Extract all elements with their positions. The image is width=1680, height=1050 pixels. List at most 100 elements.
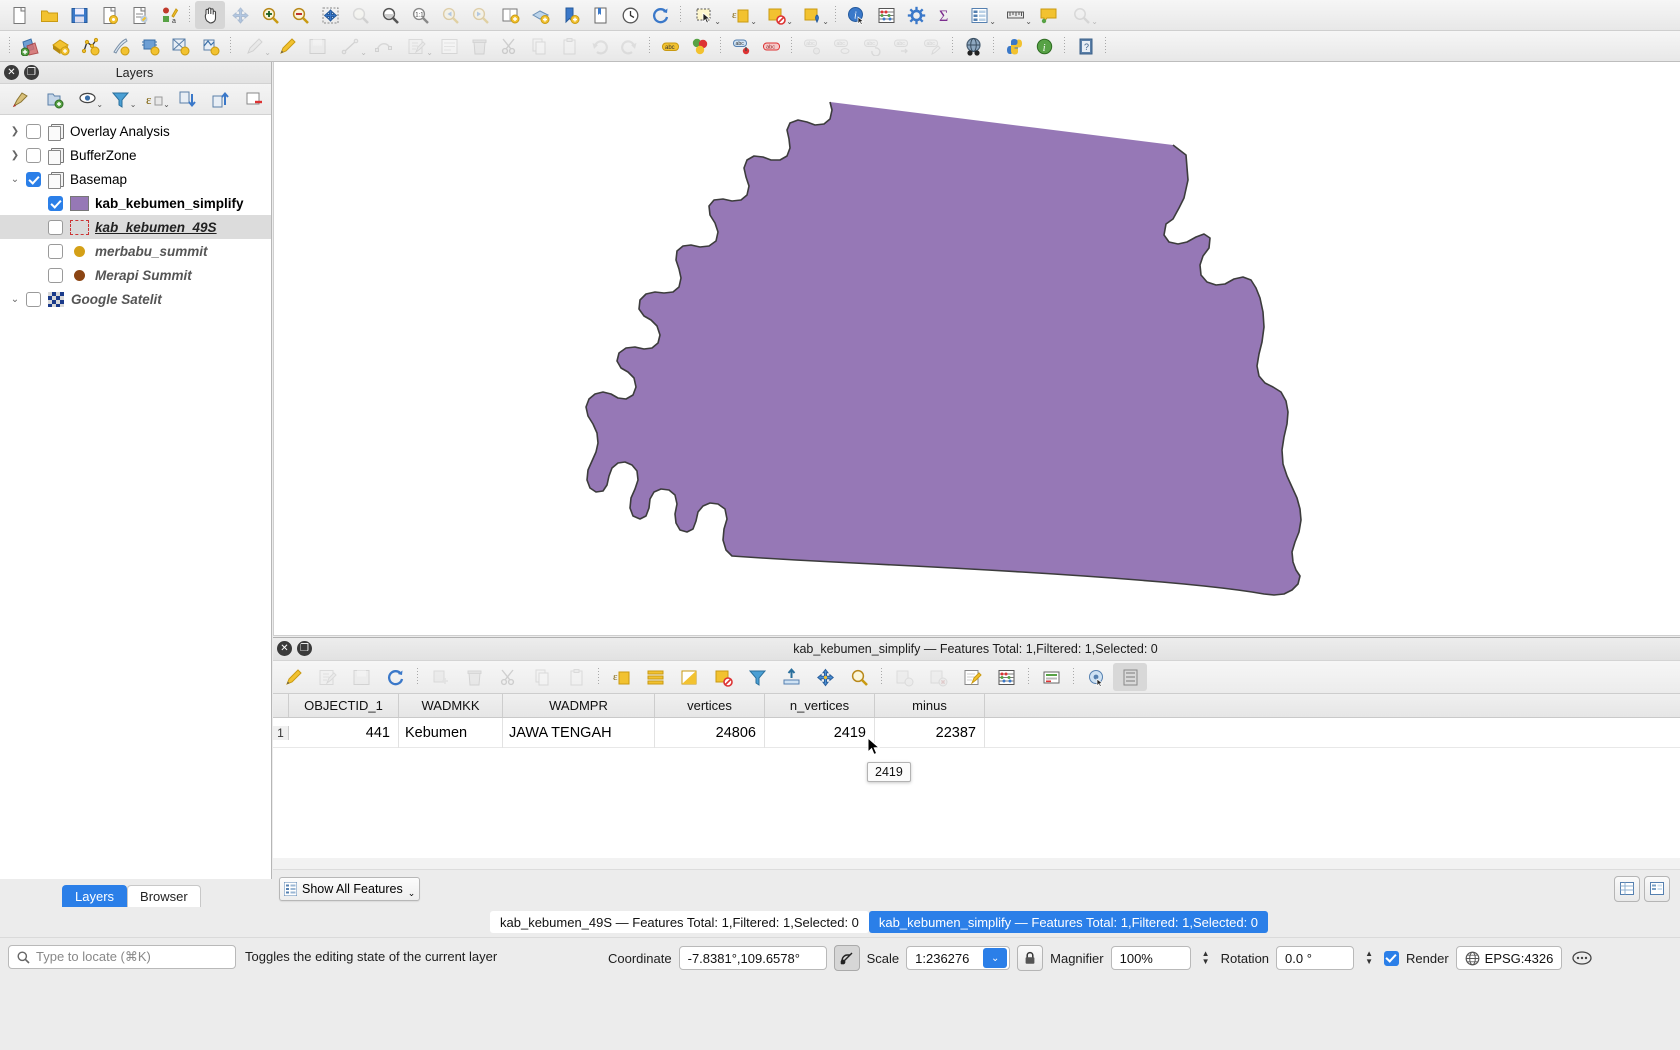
toggle-form-view-button[interactable] bbox=[1644, 875, 1670, 902]
add-spatialite-layer-icon[interactable] bbox=[165, 32, 195, 60]
metasearch-icon[interactable] bbox=[958, 32, 988, 60]
table-cell-wadmkk[interactable]: Kebumen bbox=[399, 717, 503, 748]
layer-visibility-checkbox[interactable] bbox=[48, 267, 63, 283]
chevron-down-icon[interactable]: ⌄ bbox=[750, 17, 757, 26]
new-map-view-icon[interactable] bbox=[495, 1, 525, 29]
layer-visibility-checkbox[interactable] bbox=[26, 123, 41, 139]
save-project-icon[interactable] bbox=[64, 1, 94, 29]
add-vector-layer-icon[interactable] bbox=[15, 32, 45, 60]
layer-visibility-checkbox[interactable] bbox=[26, 171, 41, 187]
zoom-out-icon[interactable] bbox=[285, 1, 315, 29]
pan-to-selected-icon[interactable] bbox=[808, 663, 842, 691]
chevron-down-icon[interactable]: ⌄ bbox=[1025, 17, 1032, 26]
refresh-table-icon[interactable] bbox=[378, 663, 412, 691]
deselect-all-icon[interactable] bbox=[706, 663, 740, 691]
new-print-layout-icon[interactable] bbox=[124, 1, 154, 29]
open-project-icon[interactable] bbox=[34, 1, 64, 29]
toggle-extents-icon[interactable] bbox=[833, 945, 860, 971]
refresh-icon[interactable] bbox=[645, 1, 675, 29]
crs-button[interactable]: EPSG:4326 bbox=[1455, 946, 1563, 970]
layer-item-overlay-analysis[interactable]: ❯ Overlay Analysis bbox=[0, 119, 271, 143]
open-layer-styling-panel-icon[interactable] bbox=[4, 86, 37, 112]
zoom-to-layer-icon[interactable] bbox=[375, 1, 405, 29]
show-attribute-table-icon[interactable]: ⌄ bbox=[961, 1, 997, 29]
chevron-down-icon[interactable]: ⌄ bbox=[96, 100, 103, 109]
layer-item-kab-kebumen-simplify[interactable]: kab_kebumen_simplify bbox=[0, 191, 271, 215]
chevron-down-icon[interactable]: ⌄ bbox=[408, 888, 416, 900]
layer-visibility-checkbox[interactable] bbox=[26, 147, 41, 163]
table-cell-objectid_1[interactable]: 441 bbox=[289, 717, 399, 748]
chevron-down-icon[interactable]: ⌄ bbox=[264, 48, 271, 57]
remove-layer-icon[interactable] bbox=[238, 86, 271, 112]
render-checkbox[interactable] bbox=[1384, 950, 1400, 966]
column-header-objectid_1[interactable]: OBJECTID_1 bbox=[289, 694, 399, 717]
layer-visibility-checkbox[interactable] bbox=[48, 195, 63, 211]
new-project-icon[interactable] bbox=[4, 1, 34, 29]
add-mesh-layer-icon[interactable] bbox=[75, 32, 105, 60]
add-postgis-layer-icon[interactable] bbox=[135, 32, 165, 60]
measure-line-icon[interactable]: ⌄ bbox=[997, 1, 1033, 29]
pin-labels-icon[interactable]: abc bbox=[726, 32, 756, 60]
toggle-table-view-button[interactable] bbox=[1614, 875, 1640, 902]
layer-item-google-satelit[interactable]: ⌄ Google Satelit bbox=[0, 287, 271, 311]
zoom-in-icon[interactable] bbox=[255, 1, 285, 29]
identify-features-icon[interactable]: i bbox=[841, 1, 871, 29]
panel-tab-browser[interactable]: Browser bbox=[127, 885, 201, 907]
chevron-down-icon[interactable]: ⌄ bbox=[822, 17, 829, 26]
collapse-all-icon[interactable] bbox=[204, 86, 237, 112]
organize-columns-icon[interactable] bbox=[1034, 663, 1068, 691]
highlight-labels-icon[interactable]: abc bbox=[756, 32, 786, 60]
table-cell-wadmpr[interactable]: JAWA TENGAH bbox=[503, 717, 655, 748]
invert-selection-icon[interactable] bbox=[672, 663, 706, 691]
scale-combobox[interactable]: 1:236276 ⌄ bbox=[906, 946, 1011, 970]
chevron-down-icon[interactable]: ⌄ bbox=[4, 174, 26, 185]
abacus-icon[interactable] bbox=[989, 663, 1023, 691]
map-tips-icon[interactable] bbox=[1033, 1, 1063, 29]
chevron-down-icon[interactable]: ⌄ bbox=[360, 48, 367, 57]
layer-item-basemap[interactable]: ⌄ Basemap bbox=[0, 167, 271, 191]
column-header-vertices[interactable]: vertices bbox=[655, 694, 765, 717]
messages-icon[interactable] bbox=[1569, 945, 1595, 971]
column-header-wadmkk[interactable]: WADMKK bbox=[399, 694, 503, 717]
temporal-controller-icon[interactable] bbox=[615, 1, 645, 29]
new-3d-map-view-icon[interactable] bbox=[525, 1, 555, 29]
select-features-icon[interactable]: ⌄ bbox=[686, 1, 722, 29]
rotation-input[interactable]: 0.0 ° bbox=[1276, 946, 1355, 970]
locator-search-input[interactable]: Type to locate (⌘K) bbox=[8, 945, 236, 969]
chevron-down-icon[interactable]: ⌄ bbox=[163, 100, 170, 109]
chevron-down-icon[interactable]: ⌄ bbox=[4, 294, 26, 305]
panel-tab-layers[interactable]: Layers bbox=[62, 885, 128, 907]
lock-scale-button[interactable] bbox=[1017, 945, 1044, 971]
show-bookmarks-icon[interactable] bbox=[585, 1, 615, 29]
toggle-editing-icon[interactable] bbox=[272, 32, 302, 60]
chevron-down-icon[interactable]: ⌄ bbox=[983, 948, 1008, 968]
layer-item-kab-kebumen-49s[interactable]: kab_kebumen_49S bbox=[0, 215, 271, 239]
zoom-to-selected-icon[interactable] bbox=[842, 663, 876, 691]
filter-legend-icon[interactable]: ⌄ bbox=[104, 86, 137, 112]
new-bookmark-icon[interactable] bbox=[555, 1, 585, 29]
layer-styling-icon[interactable] bbox=[685, 32, 715, 60]
style-manager-icon[interactable]: a bbox=[154, 1, 184, 29]
deselect-features-icon[interactable]: ⌄ bbox=[758, 1, 794, 29]
chevron-down-icon[interactable]: ⌄ bbox=[1091, 17, 1098, 26]
pan-map-icon[interactable] bbox=[195, 1, 225, 29]
filter-legend-expression-icon[interactable]: ε ⌄ bbox=[138, 86, 171, 112]
select-value-icon[interactable]: ⌄ bbox=[794, 1, 830, 29]
statistical-summary-icon[interactable]: Σ bbox=[931, 1, 961, 29]
chevron-down-icon[interactable]: ⌄ bbox=[426, 48, 433, 57]
layer-item-bufferzone[interactable]: ❯ BufferZone bbox=[0, 143, 271, 167]
filter-features-icon[interactable] bbox=[740, 663, 774, 691]
column-header-minus[interactable]: minus bbox=[875, 694, 985, 717]
select-all-icon[interactable] bbox=[638, 663, 672, 691]
undock-attribute-table-icon[interactable]: ❐ bbox=[297, 641, 313, 657]
table-cell-vertices[interactable]: 24806 bbox=[655, 717, 765, 748]
zoom-native-icon[interactable]: 1:1 bbox=[405, 1, 435, 29]
toggle-form-view-icon[interactable] bbox=[1113, 663, 1147, 691]
python-console-icon[interactable] bbox=[999, 32, 1029, 60]
layer-item-merapi-summit[interactable]: Merapi Summit bbox=[0, 263, 271, 287]
chevron-down-icon[interactable]: ⌄ bbox=[786, 17, 793, 26]
open-field-calculator-icon[interactable] bbox=[955, 663, 989, 691]
table-cell-n_vertices[interactable]: 2419 bbox=[765, 717, 875, 748]
save-project-as-icon[interactable] bbox=[94, 1, 124, 29]
select-by-expression-icon[interactable]: ε bbox=[604, 663, 638, 691]
